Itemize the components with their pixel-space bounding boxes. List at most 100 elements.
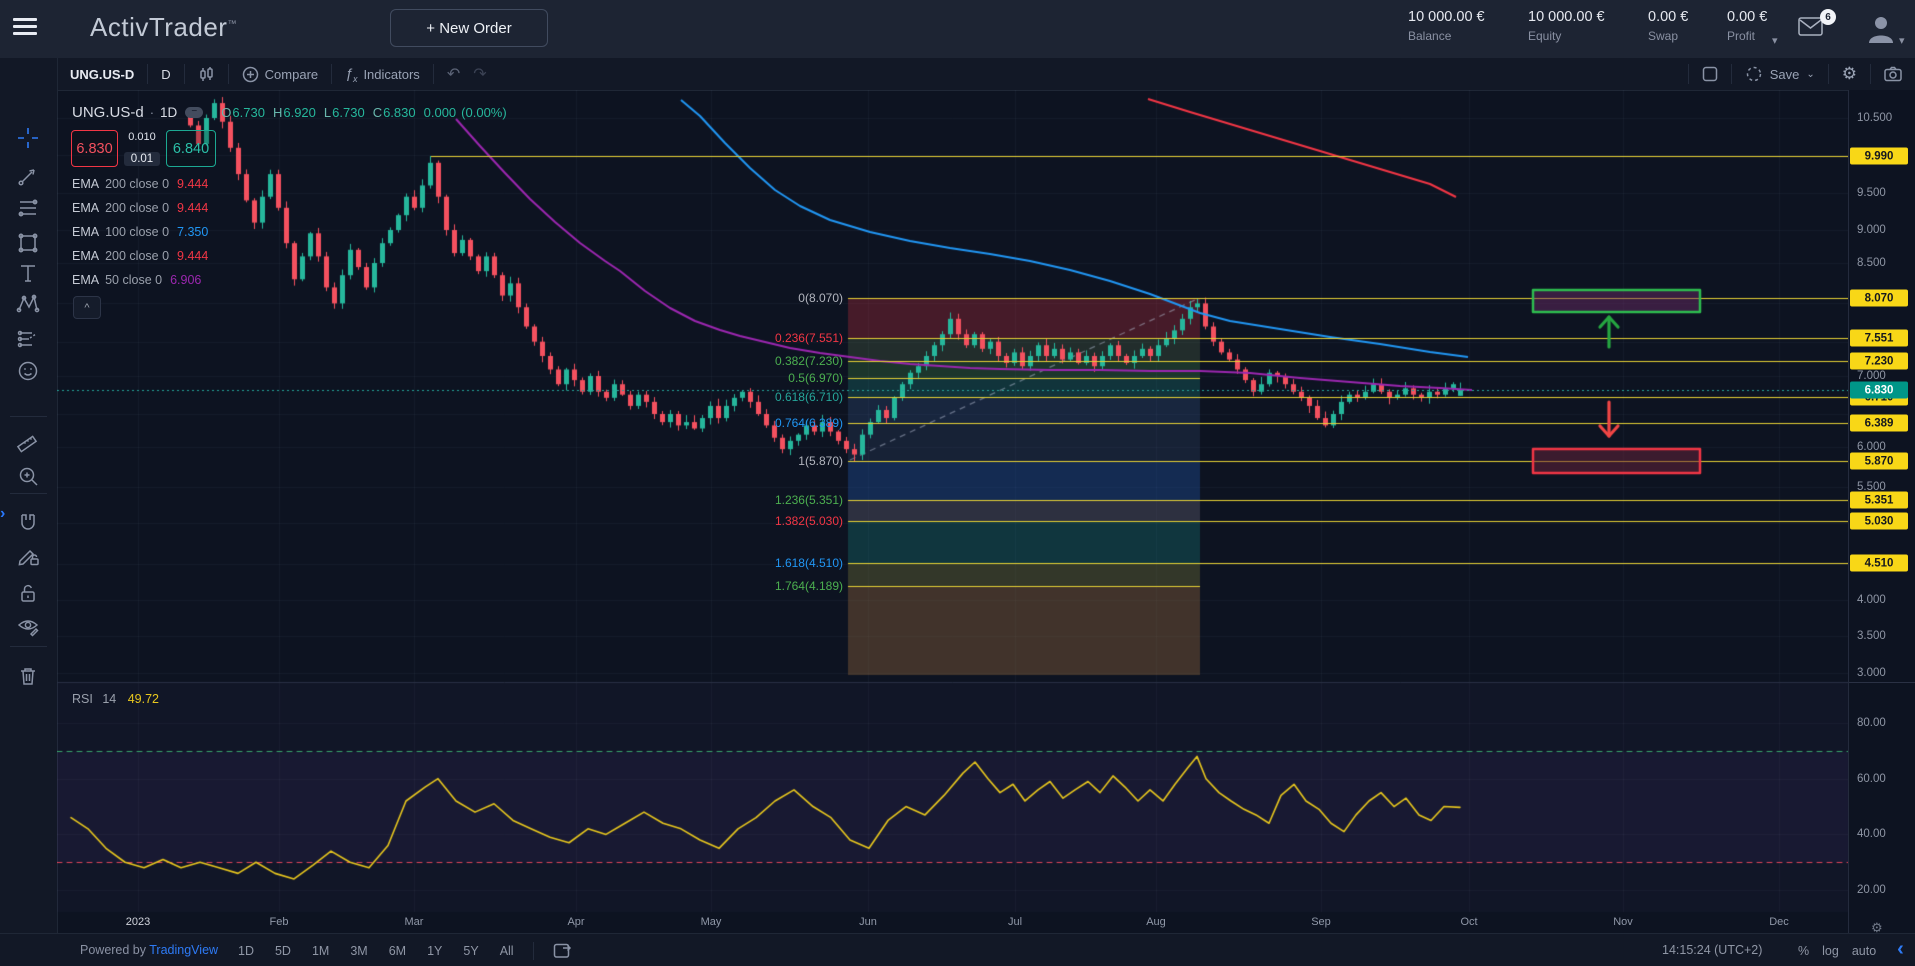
drawing-lock-icon[interactable] [14, 542, 42, 570]
legend-interval: 1D [160, 105, 177, 120]
symbol-button[interactable]: UNG.US-D [57, 58, 147, 90]
fib-level-label: 1.236(5.351) [775, 493, 843, 507]
pane-separator [1849, 682, 1915, 683]
screenshot-button[interactable] [1871, 58, 1915, 90]
redo-button[interactable]: ↷ [473, 58, 499, 90]
fib-level-label: 0.764(6.389) [775, 416, 843, 430]
change-percent: (0.00%) [461, 105, 507, 120]
goto-date-icon[interactable] [553, 942, 572, 959]
range-button-1y[interactable]: 1Y [421, 942, 448, 960]
chart-area: 0(8.070)0.236(7.551)0.382(7.230)0.5(6.97… [57, 90, 1848, 933]
chart-settings-button[interactable]: ⚙ [1829, 58, 1870, 90]
left-panel-expand-icon[interactable]: › [0, 505, 5, 523]
measure-icon[interactable] [14, 427, 42, 455]
tradingview-link[interactable]: TradingView [149, 943, 218, 957]
chart-canvas[interactable] [57, 90, 1848, 933]
indicator-row[interactable]: EMA200 close 09.444 [72, 196, 208, 220]
candle-style-button[interactable] [185, 58, 228, 90]
chevron-down-icon: ⌄ [1806, 69, 1814, 80]
spread-points: 0.010 [128, 131, 156, 143]
price-axis-label: 4.000 [1857, 594, 1886, 606]
time-axis-month-label: Oct [1460, 916, 1477, 928]
indicator-row[interactable]: EMA200 close 09.444 [72, 172, 208, 196]
indicator-legend: EMA200 close 09.444EMA200 close 09.444EM… [72, 172, 208, 292]
price-level-badge: 7.551 [1850, 330, 1908, 347]
indicator-value: 9.444 [177, 177, 208, 191]
indicator-params: 50 close 0 [105, 273, 162, 287]
indicator-row[interactable]: EMA50 close 06.906 [72, 268, 208, 292]
layout-button[interactable] [1689, 58, 1731, 90]
crosshair-icon[interactable] [14, 124, 42, 152]
zoom-in-icon[interactable] [14, 462, 42, 490]
sidebar-separator [10, 493, 47, 494]
hide-drawings-icon[interactable] [14, 612, 42, 640]
time-axis[interactable]: 2023FebMarAprMayJunJulAugSepOctNovDec [57, 912, 1848, 933]
buy-button[interactable]: 6.840 [166, 130, 216, 167]
sidebar-separator [10, 646, 47, 647]
fib-level-label: 0.382(7.230) [775, 354, 843, 368]
forecast-icon[interactable] [14, 324, 42, 352]
pattern-icon[interactable] [14, 290, 42, 318]
time-axis-month-label: Sep [1311, 916, 1331, 928]
top-bar: ActivTrader™ + New Order 10 000.00 €Bala… [0, 0, 1915, 59]
interval-button[interactable]: D [148, 58, 183, 90]
menu-icon[interactable] [13, 18, 37, 36]
chart-toolbar: UNG.US-D D Compare ƒx Indicators ↶ ↷ [57, 58, 1915, 91]
price-axis-label: 9.500 [1857, 187, 1886, 199]
indicator-row[interactable]: EMA100 close 07.350 [72, 220, 208, 244]
price-level-badge: 4.510 [1850, 555, 1908, 572]
price-level-badge: 7.230 [1850, 353, 1908, 370]
price-axis[interactable]: ⚙ 10.5009.5009.0008.5008.0007.0006.0005.… [1848, 90, 1915, 933]
text-icon[interactable] [14, 259, 42, 287]
indicator-value: 9.444 [177, 249, 208, 263]
lock-all-icon[interactable] [14, 579, 42, 607]
sell-button[interactable]: 6.830 [71, 130, 118, 167]
scale-button-auto[interactable]: auto [1852, 944, 1876, 958]
range-button-3m[interactable]: 3M [344, 942, 373, 960]
emoji-icon[interactable] [14, 357, 42, 385]
rsi-axis-label: 40.00 [1857, 828, 1886, 840]
indicator-row[interactable]: EMA200 close 09.444 [72, 244, 208, 268]
magnet-icon[interactable] [14, 509, 42, 537]
collapse-legend-button[interactable]: ^ [73, 296, 101, 319]
fib-level-label: 0(8.070) [798, 291, 843, 305]
spread-value: 0.01 [124, 152, 160, 166]
trend-line-icon[interactable] [14, 162, 42, 190]
scale-button-%[interactable]: % [1798, 944, 1809, 958]
new-order-button[interactable]: + New Order [390, 9, 548, 47]
price-axis-label: 10.500 [1857, 112, 1892, 124]
rsi-axis-label: 80.00 [1857, 717, 1886, 729]
time-axis-month-label: Mar [405, 916, 424, 928]
price-level-badge: 5.870 [1850, 453, 1908, 470]
range-button-all[interactable]: All [494, 942, 520, 960]
range-button-6m[interactable]: 6M [383, 942, 412, 960]
right-panel-expand-icon[interactable]: ‹ [1886, 936, 1915, 963]
indicators-button[interactable]: ƒx Indicators [332, 58, 433, 90]
range-buttons: 1D 5D 1M 3M 6M 1Y 5Y All [232, 934, 572, 966]
shapes-icon[interactable] [14, 229, 42, 257]
range-button-5y[interactable]: 5Y [457, 942, 484, 960]
range-button-1d[interactable]: 1D [232, 942, 260, 960]
legend-separator: · [150, 105, 154, 120]
time-axis-month-label: Nov [1613, 916, 1633, 928]
legend-symbol[interactable]: UNG.US-d [72, 104, 144, 121]
stat-label: Equity [1528, 29, 1640, 43]
avatar[interactable] [1864, 11, 1898, 45]
remove-drawings-icon[interactable] [14, 662, 42, 690]
hide-series-icon[interactable]: − [185, 107, 203, 118]
ohlc-value: 6.730 [332, 105, 365, 120]
scale-button-log[interactable]: log [1822, 944, 1839, 958]
change-value: 0.000 [424, 105, 457, 120]
chevron-down-icon[interactable]: ▾ [1899, 34, 1905, 47]
range-button-1m[interactable]: 1M [306, 942, 335, 960]
compare-button[interactable]: Compare [229, 58, 331, 90]
fib-level-label: 0.236(7.551) [775, 331, 843, 345]
chevron-down-icon[interactable]: ▾ [1772, 34, 1778, 47]
time-axis-month-label: Feb [270, 916, 289, 928]
fib-retracement-icon[interactable] [14, 194, 42, 222]
range-button-5d[interactable]: 5D [269, 942, 297, 960]
indicator-name: EMA [72, 249, 99, 263]
clock[interactable]: 14:15:24 (UTC+2) [1662, 943, 1762, 957]
undo-button[interactable]: ↶ [434, 58, 473, 90]
save-button[interactable]: Save ⌄ [1732, 58, 1828, 90]
